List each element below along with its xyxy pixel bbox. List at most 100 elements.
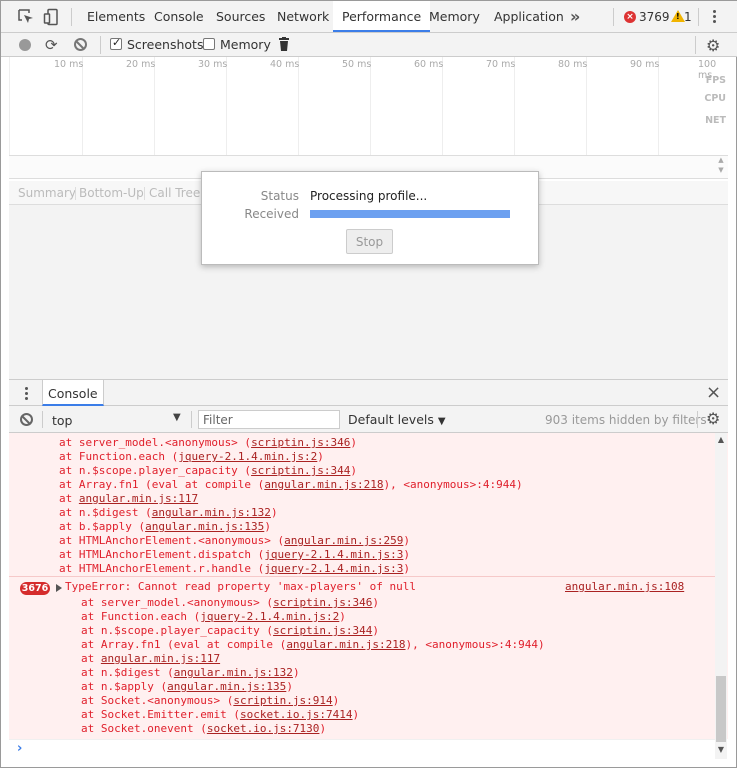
tab-console[interactable]: Console bbox=[147, 1, 211, 32]
log-levels-dropdown[interactable]: Default levels ▼ bbox=[348, 412, 446, 427]
warning-icon[interactable]: ! bbox=[671, 10, 685, 22]
log-levels-arrow-icon: ▼ bbox=[437, 416, 446, 427]
console-prompt[interactable]: › bbox=[9, 739, 715, 759]
stack-frame-link[interactable]: scriptin.js:346 bbox=[251, 436, 350, 449]
memory-label[interactable]: Memory bbox=[220, 37, 271, 52]
stack-frame-text: at server_model.<anonymous> ( bbox=[59, 436, 252, 449]
tick-label: 40 ms bbox=[270, 59, 300, 70]
device-toolbar-icon[interactable] bbox=[43, 8, 61, 26]
toolbar-divider bbox=[71, 8, 72, 26]
reload-profile-icon[interactable]: ⟳ bbox=[45, 36, 58, 54]
prompt-chevron-icon: › bbox=[17, 741, 23, 756]
stack-frame: at HTMLAnchorElement.<anonymous> (angula… bbox=[59, 534, 410, 548]
stack-frame-link[interactable]: scriptin.js:914 bbox=[233, 694, 332, 707]
stack-frame-suffix: ) bbox=[292, 666, 300, 679]
clear-console-icon[interactable] bbox=[20, 413, 33, 426]
stack-frame-link[interactable]: scriptin.js:344 bbox=[273, 624, 372, 637]
stack-frame-link[interactable]: scriptin.js:346 bbox=[273, 596, 372, 609]
stop-button[interactable]: Stop bbox=[346, 229, 393, 254]
stack-frame-suffix: ) bbox=[264, 520, 271, 533]
stack-frame: at n.$scope.player_capacity (scriptin.js… bbox=[81, 624, 379, 638]
stack-frame-text: at HTMLAnchorElement.<anonymous> ( bbox=[59, 534, 285, 547]
context-dropdown-arrow-icon[interactable]: ▼ bbox=[173, 412, 181, 423]
stack-frame-link[interactable]: jquery-2.1.4.min.js:3 bbox=[264, 562, 403, 575]
tab-summary[interactable]: Summary bbox=[18, 186, 76, 200]
stack-frame-link[interactable]: angular.min.js:259 bbox=[284, 534, 403, 547]
context-selector[interactable]: top bbox=[52, 413, 72, 428]
stack-frame-link[interactable]: angular.min.js:218 bbox=[286, 638, 405, 651]
stack-frame-link[interactable]: angular.min.js:218 bbox=[264, 478, 383, 491]
overview-scroll-arrows[interactable]: ▲ ▼ bbox=[715, 155, 727, 179]
console-settings-gear-icon[interactable]: ⚙ bbox=[706, 409, 720, 428]
stack-frame-link[interactable]: angular.min.js:132 bbox=[174, 666, 293, 679]
tick-label: 90 ms bbox=[630, 59, 660, 70]
stack-frame: at angular.min.js:117 bbox=[59, 492, 198, 506]
tab-application[interactable]: Application bbox=[487, 1, 571, 32]
received-label: Received bbox=[244, 207, 299, 221]
tab-network[interactable]: Network bbox=[270, 1, 336, 32]
tab-call-tree[interactable]: Call Tree bbox=[149, 186, 200, 200]
error-source-link[interactable]: angular.min.js:108 bbox=[565, 580, 684, 594]
tab-sources[interactable]: Sources bbox=[209, 1, 272, 32]
tick-label: 70 ms bbox=[486, 59, 516, 70]
clear-icon[interactable] bbox=[74, 38, 87, 51]
stack-frame-link[interactable]: angular.min.js:135 bbox=[145, 520, 264, 533]
toolbar-divider bbox=[698, 8, 699, 26]
trash-icon[interactable] bbox=[279, 37, 289, 51]
stack-frame-link[interactable]: angular.min.js:135 bbox=[167, 680, 286, 693]
stack-frame-link[interactable]: jquery-2.1.4.min.js:2 bbox=[200, 610, 339, 623]
tick-label: 20 ms bbox=[126, 59, 156, 70]
drawer-tab-bar: Console × bbox=[9, 379, 728, 406]
error-message[interactable]: TypeError: Cannot read property 'max-pla… bbox=[65, 580, 416, 594]
screenshots-checkbox[interactable] bbox=[110, 36, 122, 50]
expand-triangle-icon[interactable] bbox=[56, 584, 62, 592]
stack-frame-suffix: ) bbox=[403, 562, 411, 575]
tab-elements[interactable]: Elements bbox=[80, 1, 152, 32]
console-scrollbar[interactable]: ▲ ▼ bbox=[715, 433, 727, 759]
stack-frame-link[interactable]: jquery-2.1.4.min.js:2 bbox=[178, 450, 317, 463]
stack-frame-link[interactable]: angular.min.js:132 bbox=[152, 506, 271, 519]
stack-frame-link[interactable]: angular.min.js:117 bbox=[101, 652, 220, 665]
hidden-items-count: 903 items hidden by filters bbox=[545, 413, 707, 427]
memory-checkbox[interactable] bbox=[203, 38, 215, 50]
record-icon[interactable] bbox=[19, 39, 31, 51]
stack-frame-link[interactable]: socket.io.js:7414 bbox=[240, 708, 353, 721]
drawer-menu-icon[interactable] bbox=[23, 386, 29, 401]
stack-frame-link[interactable]: jquery-2.1.4.min.js:3 bbox=[264, 548, 403, 561]
stack-frame-text: at Function.each ( bbox=[81, 610, 201, 623]
console-output[interactable]: at server_model.<anonymous> (scriptin.js… bbox=[9, 433, 728, 739]
warning-mark: ! bbox=[676, 12, 680, 21]
toolbar-divider bbox=[42, 411, 43, 428]
stack-frame: at HTMLAnchorElement.dispatch (jquery-2.… bbox=[59, 548, 410, 562]
tab-bottom-up[interactable]: Bottom-Up bbox=[79, 186, 144, 200]
stack-frame-suffix: ) bbox=[270, 506, 278, 519]
customize-menu-icon[interactable] bbox=[707, 8, 721, 26]
stack-frame: at b.$apply (angular.min.js:135) bbox=[59, 520, 271, 534]
error-icon[interactable]: × bbox=[624, 11, 636, 23]
more-tabs-icon[interactable]: » bbox=[570, 7, 580, 26]
tab-memory[interactable]: Memory bbox=[422, 1, 487, 32]
stack-frame: at server_model.<anonymous> (scriptin.js… bbox=[59, 436, 357, 450]
console-filter-input[interactable] bbox=[198, 410, 340, 429]
toolbar-divider bbox=[697, 411, 698, 428]
error-count[interactable]: 3769 bbox=[639, 10, 670, 24]
stack-frame-link[interactable]: scriptin.js:344 bbox=[251, 464, 350, 477]
stack-frame-text: at HTMLAnchorElement.r.handle ( bbox=[59, 562, 265, 575]
warning-count[interactable]: 1 bbox=[684, 10, 692, 24]
screenshots-label[interactable]: Screenshots bbox=[127, 37, 203, 52]
close-drawer-icon[interactable]: × bbox=[706, 382, 721, 403]
stack-frame-link[interactable]: angular.min.js:117 bbox=[79, 492, 198, 505]
capture-settings-gear-icon[interactable]: ⚙ bbox=[706, 36, 720, 55]
inspect-element-icon[interactable] bbox=[17, 8, 35, 26]
net-track-label: NET bbox=[705, 115, 726, 126]
drawer-tab-console[interactable]: Console bbox=[42, 380, 104, 406]
console-toolbar: top ▼ Default levels ▼ 903 items hidden … bbox=[9, 406, 728, 433]
timeline-overview[interactable]: 10 ms 20 ms 30 ms 40 ms 50 ms 60 ms 70 m… bbox=[9, 57, 728, 155]
tick-label: 30 ms bbox=[198, 59, 228, 70]
stack-frame-link[interactable]: socket.io.js:7130 bbox=[207, 722, 320, 735]
tab-performance[interactable]: Performance bbox=[333, 1, 431, 32]
scrollbar-thumb[interactable] bbox=[716, 676, 726, 742]
performance-toolbar: ⟳ Screenshots Memory ⚙ bbox=[1, 33, 737, 57]
stack-frame: at HTMLAnchorElement.r.handle (jquery-2.… bbox=[59, 562, 410, 576]
stack-frame-text: at Array.fn1 (eval at compile ( bbox=[81, 638, 287, 651]
